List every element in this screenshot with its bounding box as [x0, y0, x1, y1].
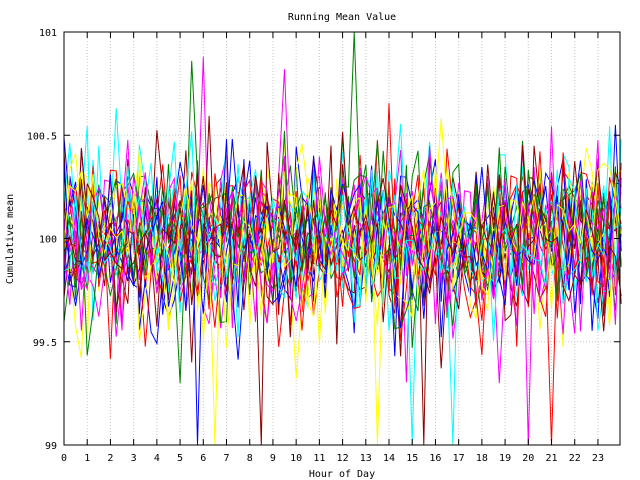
x-tick-label: 3 — [131, 453, 137, 464]
y-tick-label: 101 — [39, 28, 57, 39]
x-tick-label: 2 — [107, 453, 113, 464]
x-tick-label: 19 — [499, 453, 511, 464]
x-tick-label: 22 — [569, 453, 581, 464]
x-tick-label: 9 — [270, 453, 276, 464]
line-chart: 9999.5100100.51010 1 2 3 4 5 6 7 8 9 10 11 12 13 14 15 1… — [0, 0, 640, 480]
y-axis-label: Cumulative mean — [5, 194, 16, 284]
x-tick-label: 7 — [223, 453, 229, 464]
y-tick-label: 100 — [39, 235, 57, 246]
x-tick-label: 5 — [177, 453, 183, 464]
y-tick-label: 99.5 — [33, 338, 57, 349]
x-tick-label: 21 — [545, 453, 557, 464]
x-tick-label: 13 — [360, 453, 372, 464]
x-tick-label: 23 — [592, 453, 604, 464]
x-tick-label: 10 — [290, 453, 302, 464]
x-tick-label: 16 — [429, 453, 441, 464]
x-tick-label: 1 — [84, 453, 90, 464]
y-tick-label: 100.5 — [27, 131, 57, 142]
x-tick-label: 6 — [200, 453, 206, 464]
x-tick-label: 11 — [313, 453, 325, 464]
x-tick-label: 18 — [476, 453, 488, 464]
chart-title: Running Mean Value — [288, 12, 396, 23]
x-axis-label: Hour of Day — [309, 469, 375, 480]
x-tick-label: 12 — [337, 453, 349, 464]
y-tick-label: 99 — [45, 441, 57, 452]
x-tick-label: 14 — [383, 453, 395, 464]
x-tick-label: 4 — [154, 453, 160, 464]
x-tick-label: 8 — [247, 453, 253, 464]
x-tick-label: 0 — [61, 453, 67, 464]
x-tick-label: 20 — [522, 453, 534, 464]
x-tick-label: 17 — [453, 453, 465, 464]
x-tick-label: 15 — [406, 453, 418, 464]
